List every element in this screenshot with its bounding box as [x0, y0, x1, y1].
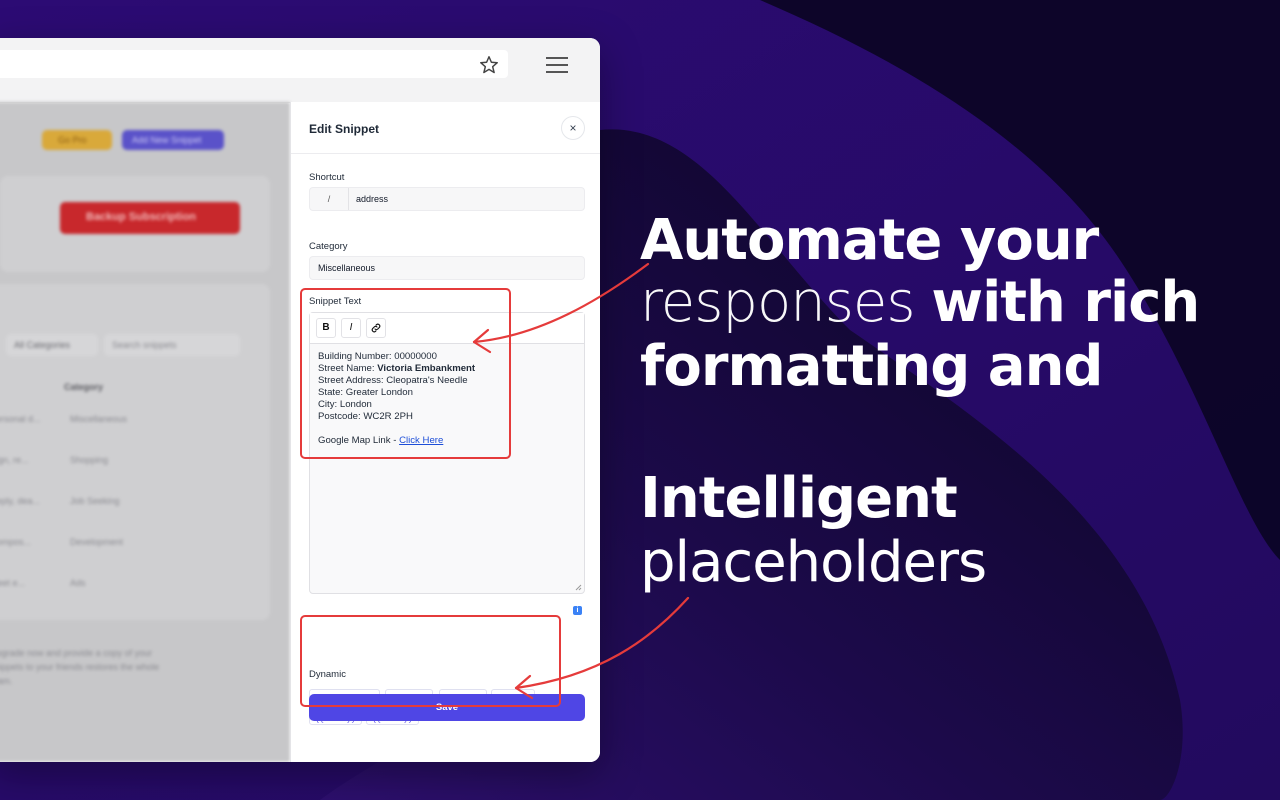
headline-bold-words: with rich: [931, 270, 1200, 335]
snippet-text-highlight: [300, 288, 511, 459]
row-name: Reply, dea...: [0, 496, 40, 506]
headline-line-5: placeholders: [640, 530, 987, 595]
dynamic-highlight: [300, 615, 561, 707]
backup-subscription-label: Backup Subscription: [86, 211, 197, 223]
row-category: Miscellaneous: [70, 414, 128, 424]
add-new-snippet-label: Add New Snippet: [132, 135, 202, 145]
row-category: Development: [70, 537, 124, 547]
browser-toolbar: [0, 38, 600, 103]
row-name: Compos...: [0, 537, 32, 547]
category-filter[interactable]: All Categories: [6, 334, 98, 356]
row-category: Ads: [70, 578, 86, 588]
row-name: Meet e...: [0, 578, 26, 588]
info-icon[interactable]: i: [573, 606, 582, 615]
close-button[interactable]: ×: [561, 116, 585, 140]
resize-handle-icon[interactable]: [574, 583, 582, 591]
go-pro-label: Go Pro: [58, 135, 87, 145]
row-category: Job Seeking: [70, 496, 120, 506]
row-name: Sign, re...: [0, 455, 29, 465]
headline-line-4: Intelligent: [640, 466, 958, 531]
category-label: Category: [309, 241, 348, 252]
category-value: Miscellaneous: [318, 263, 376, 273]
headline-line-3: formatting and: [640, 334, 1104, 399]
search-snippets-placeholder: Search snippets: [112, 340, 177, 350]
row-name: Personal d...: [0, 414, 41, 424]
table-header-category: Category: [64, 382, 104, 392]
hamburger-menu-icon[interactable]: [546, 56, 568, 74]
address-bar[interactable]: [0, 50, 508, 78]
category-field[interactable]: Miscellaneous: [309, 256, 585, 280]
search-snippets-input[interactable]: Search snippets: [104, 334, 240, 356]
footer-line: team.: [0, 676, 13, 686]
panel-divider: [291, 153, 600, 154]
shortcut-prefix: /: [310, 188, 349, 210]
footer-line: snippets to your friends restores the wh…: [0, 662, 160, 672]
go-pro-button[interactable]: Go Pro: [42, 130, 112, 150]
row-category: Shopping: [70, 455, 109, 465]
headline-light-word: responses: [640, 270, 916, 335]
headline-line-1: Automate your: [640, 208, 1099, 273]
category-filter-label: All Categories: [14, 340, 71, 350]
backup-subscription-button[interactable]: Backup Subscription: [60, 202, 240, 234]
shortcut-field[interactable]: / address: [309, 187, 585, 211]
add-new-snippet-button[interactable]: Add New Snippet: [122, 130, 224, 150]
shortcut-label: Shortcut: [309, 172, 345, 183]
panel-title: Edit Snippet: [309, 122, 379, 136]
dashboard-background: Go Pro Add New Snippet Backup Subscripti…: [0, 102, 290, 762]
shortcut-value: address: [356, 194, 389, 204]
star-icon[interactable]: [478, 54, 500, 76]
headline-line-2: responses with rich: [640, 270, 1200, 335]
footer-line: Upgrade now and provide a copy of your: [0, 648, 153, 658]
